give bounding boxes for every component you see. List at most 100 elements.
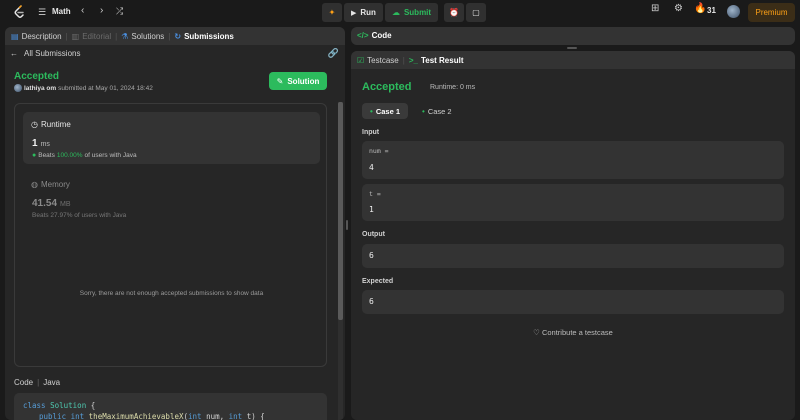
book-icon: ▥ — [71, 31, 80, 41]
history-icon: ↻ — [174, 31, 182, 41]
tab-divider: | — [115, 31, 118, 41]
vertical-resize-handle[interactable] — [346, 220, 348, 230]
edit-icon: ✎ — [276, 76, 284, 86]
param-name: t = — [369, 190, 381, 198]
expected-value: 6 — [369, 297, 374, 306]
code-panel: </> Code — [351, 27, 795, 45]
input-label: Input — [362, 129, 380, 136]
left-panel: ▤ Description | ▥ Editorial | ⚗ Solutions |… — [5, 27, 345, 420]
submitted-code[interactable]: class Solution { public int theMaximumAc… — [14, 393, 327, 420]
memory-card[interactable]: ◍ Memory 41.54 MB Beats 27.97% of users wi… — [23, 172, 320, 224]
code-brackets-icon: </> — [357, 31, 369, 40]
performance-stats: ◷ Runtime 1 ms ● Beats 100.00% of users wi… — [14, 103, 327, 367]
tab-divider: | — [65, 31, 68, 41]
fire-icon: 🔥 — [694, 3, 707, 14]
heart-icon: ♡ — [533, 328, 540, 337]
checkbox-icon: ☑ — [357, 55, 365, 65]
memory-chip-icon: ◍ — [31, 180, 38, 189]
tab-description[interactable]: ▤ Description — [11, 32, 62, 41]
arrow-left-icon: ← — [10, 49, 18, 58]
tab-divider: | — [402, 55, 405, 65]
prev-problem-icon[interactable]: ‹ — [81, 5, 84, 16]
streak-count[interactable]: 31 — [707, 6, 716, 15]
bug-icon: ✦ — [328, 8, 336, 17]
input-param-num[interactable]: num = 4 — [362, 141, 784, 179]
back-to-submissions[interactable]: ← All Submissions — [10, 49, 80, 58]
note-icon: ▢ — [472, 8, 480, 17]
avatar[interactable] — [727, 5, 740, 18]
expected-label: Expected — [362, 278, 394, 285]
case-tab-1[interactable]: • Case 1 — [362, 103, 408, 119]
tab-code[interactable]: </> Code — [357, 31, 392, 40]
document-icon: ▤ — [11, 31, 19, 41]
memory-value: 41.54 MB — [32, 198, 71, 209]
cloud-upload-icon: ☁ — [391, 8, 400, 17]
top-bar: ☰ Math ‹ › ⤮ ✦ ▶ Run ☁ Submit ⏰ ▢ ⊞ ⚙ 🔥 31… — [0, 0, 800, 25]
tab-editorial[interactable]: ▥ Editorial — [72, 32, 111, 41]
case-tab-2[interactable]: • Case 2 — [414, 103, 460, 119]
param-value: 1 — [369, 205, 374, 214]
left-tab-bar: ▤ Description | ▥ Editorial | ⚗ Solutions |… — [5, 27, 345, 45]
runtime-label: ◷ Runtime — [31, 120, 71, 129]
notes-button[interactable]: ▢ — [466, 3, 487, 22]
test-runtime: Runtime: 0 ms — [430, 84, 476, 91]
runtime-value: 1 ms — [32, 138, 50, 149]
input-param-t[interactable]: t = 1 — [362, 184, 784, 221]
runtime-beats: ● Beats 100.00% of users with Java — [32, 152, 137, 159]
case-tabs: • Case 1 • Case 2 — [362, 103, 460, 119]
runtime-card[interactable]: ◷ Runtime 1 ms ● Beats 100.00% of users wi… — [23, 112, 320, 164]
submitter-name[interactable]: lathiya om — [24, 85, 56, 92]
beats-icon: ● — [32, 152, 37, 159]
memory-beats: Beats 27.97% of users with Java — [32, 212, 127, 219]
language-label: Java — [43, 378, 61, 387]
tab-solutions[interactable]: ⚗ Solutions — [121, 32, 164, 41]
run-submit-toolbar: ✦ ▶ Run ☁ Submit ⏰ ▢ — [322, 3, 487, 22]
shuffle-icon[interactable]: ⤮ — [116, 6, 123, 17]
horizontal-resize-handle[interactable] — [567, 47, 577, 49]
output-value: 6 — [369, 251, 374, 260]
scrollbar-thumb[interactable] — [338, 102, 343, 320]
terminal-icon: >_ — [408, 55, 418, 65]
problem-list-title[interactable]: Math — [52, 7, 71, 16]
param-value: 4 — [369, 163, 374, 172]
tab-testcase[interactable]: ☑ Testcase — [357, 56, 399, 65]
tab-submissions[interactable]: ↻ Submissions — [174, 32, 234, 41]
gear-icon[interactable]: ⚙ — [674, 3, 683, 14]
param-name: num = — [369, 147, 389, 155]
avatar — [14, 84, 22, 92]
timer-button[interactable]: ⏰ — [444, 3, 465, 22]
test-tab-bar: ☑ Testcase | >_ Test Result — [351, 51, 795, 69]
tab-test-result[interactable]: >_ Test Result — [409, 56, 464, 65]
flask-icon: ⚗ — [121, 31, 129, 41]
code-line: public int theMaximumAchievableX(int num… — [39, 412, 265, 420]
submission-meta: lathiya om submitted at May 01, 2024 18:… — [14, 84, 153, 92]
test-result-panel: ☑ Testcase | >_ Test Result Accepted Runti… — [351, 51, 795, 420]
solution-button[interactable]: ✎ Solution — [269, 72, 327, 90]
submit-button[interactable]: ☁ Submit — [384, 3, 439, 22]
link-icon[interactable]: 🔗 — [328, 48, 339, 59]
play-icon: ▶ — [351, 9, 357, 17]
test-status: Accepted — [362, 81, 412, 93]
clock-icon: ◷ — [31, 120, 38, 129]
next-problem-icon[interactable]: › — [100, 5, 103, 16]
debug-button[interactable]: ✦ — [322, 3, 342, 22]
pass-dot-icon: • — [370, 106, 373, 116]
output-value-box[interactable]: 6 — [362, 244, 784, 268]
contribute-testcase-button[interactable]: ♡ Contribute a testcase — [351, 328, 795, 337]
layout-grid-icon[interactable]: ⊞ — [651, 3, 659, 14]
run-button[interactable]: ▶ Run — [344, 3, 383, 22]
pass-dot-icon: • — [422, 106, 425, 116]
submission-status: Accepted — [14, 71, 60, 82]
premium-button[interactable]: Premium — [748, 3, 795, 22]
submitted-time: submitted at May 01, 2024 18:42 — [58, 84, 153, 92]
expected-value-box[interactable]: 6 — [362, 290, 784, 314]
code-line: class Solution { — [23, 401, 96, 410]
output-label: Output — [362, 231, 385, 238]
problem-list-icon[interactable]: ☰ — [38, 7, 46, 18]
leetcode-logo-icon[interactable] — [13, 5, 25, 19]
tab-divider: | — [168, 31, 171, 41]
memory-label: ◍ Memory — [31, 180, 70, 189]
no-data-message: Sorry, there are not enough accepted sub… — [79, 290, 264, 297]
alarm-clock-icon: ⏰ — [449, 8, 460, 17]
code-language-header: Code | Java — [14, 378, 61, 387]
